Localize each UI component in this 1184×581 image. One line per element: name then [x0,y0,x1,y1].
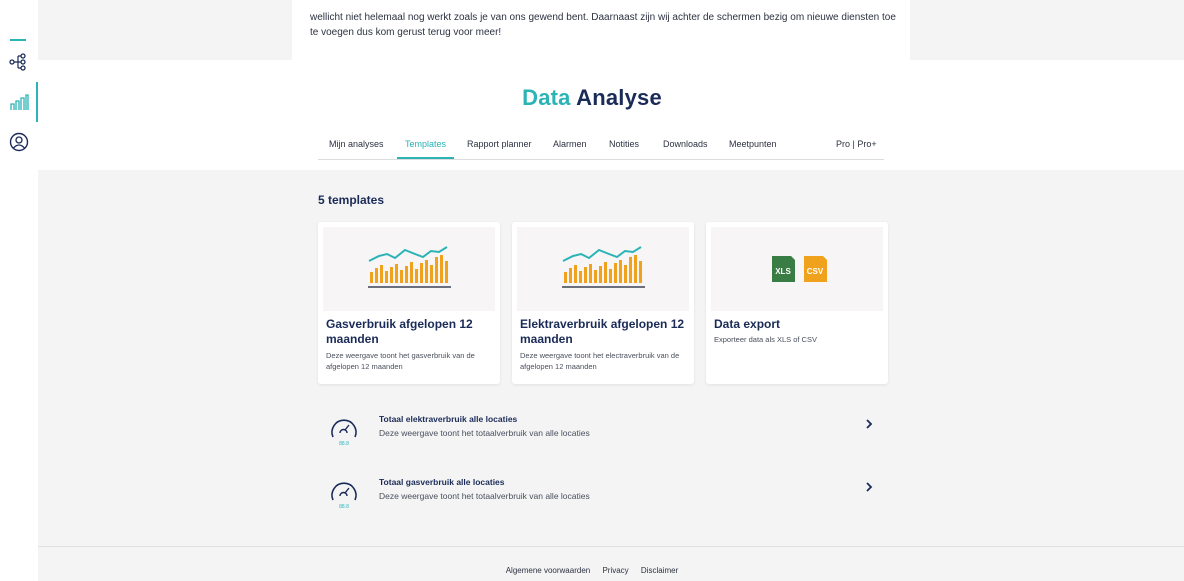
list-item-title: Totaal elektraverbruik alle locaties [379,414,518,424]
network-icon[interactable] [8,51,30,73]
chart-thumbnail-icon [368,246,451,288]
page-title-part1: Data [522,85,571,110]
footer-link-disclaimer[interactable]: Disclaimer [641,566,678,575]
xls-badge: XLS [775,267,791,276]
page-title-part2: Analyse [576,85,662,110]
gauge-icon: 88.8 [331,482,357,510]
intro-text: wellicht niet helemaal nog werkt zoals j… [310,12,896,38]
card-thumbnail [517,227,689,311]
page-title: Data Analyse [0,85,1184,111]
list-item-title: Totaal gasverbruik alle locaties [379,477,505,487]
card-thumbnail [323,227,495,311]
list-item-elektra-alle-locaties[interactable]: 88.8 Totaal elektraverbruik alle locatie… [318,404,884,460]
card-description: Deze weergave toont het electraverbruik … [520,351,680,371]
card-title: Data export [714,317,781,331]
tab-meetpunten[interactable]: Meetpunten [729,137,777,157]
sidebar-top-line [10,39,26,41]
chart-thumbnail-icon [562,246,645,288]
footer-link-privacy[interactable]: Privacy [602,566,628,575]
tab-bar: Mijn analyses Templates Rapport planner … [318,137,884,160]
footer-link-voorwaarden[interactable]: Algemene voorwaarden [506,566,591,575]
card-title: Gasverbruik afgelopen 12 maanden [326,317,473,346]
user-icon[interactable] [8,131,30,153]
card-description: Exporteer data als XLS of CSV [714,335,817,344]
gauge-value: 88.8 [339,441,349,447]
list-item-gas-alle-locaties[interactable]: 88.8 Totaal gasverbruik alle locaties De… [318,467,884,523]
card-title: Elektraverbruik afgelopen 12 maanden [520,317,685,346]
template-card-gas[interactable]: Gasverbruik afgelopen 12 maanden Deze we… [318,222,500,384]
tab-alarmen[interactable]: Alarmen [553,137,587,157]
tab-notities[interactable]: Notities [609,137,639,157]
card-description: Deze weergave toont het gasverbruik van … [326,351,475,371]
list-item-description: Deze weergave toont het totaalverbruik v… [379,428,590,438]
tab-pro[interactable]: Pro | Pro+ [836,137,877,157]
template-card-data-export[interactable]: XLS CSV Data export Exporteer data als X… [706,222,888,384]
chevron-right-icon[interactable] [863,480,875,494]
chevron-right-icon[interactable] [863,417,875,431]
file-export-icon: XLS CSV [772,256,827,282]
tab-mijn-analyses[interactable]: Mijn analyses [329,137,384,157]
intro-card: wellicht niet helemaal nog werkt zoals j… [292,0,910,60]
list-item-description: Deze weergave toont het totaalverbruik v… [379,491,590,501]
tab-templates[interactable]: Templates [397,137,455,159]
templates-count: 5 templates [318,193,385,207]
tab-rapport-planner[interactable]: Rapport planner [467,137,532,157]
gauge-value: 88.8 [339,504,349,510]
footer-divider [38,546,1184,547]
card-thumbnail: XLS CSV [711,227,883,311]
csv-badge: CSV [807,267,824,276]
tab-downloads[interactable]: Downloads [663,137,708,157]
footer: Algemene voorwaarden Privacy Disclaimer [0,566,1184,575]
gauge-icon: 88.8 [331,419,357,447]
template-card-elektra[interactable]: Elektraverbruik afgelopen 12 maanden Dez… [512,222,694,384]
